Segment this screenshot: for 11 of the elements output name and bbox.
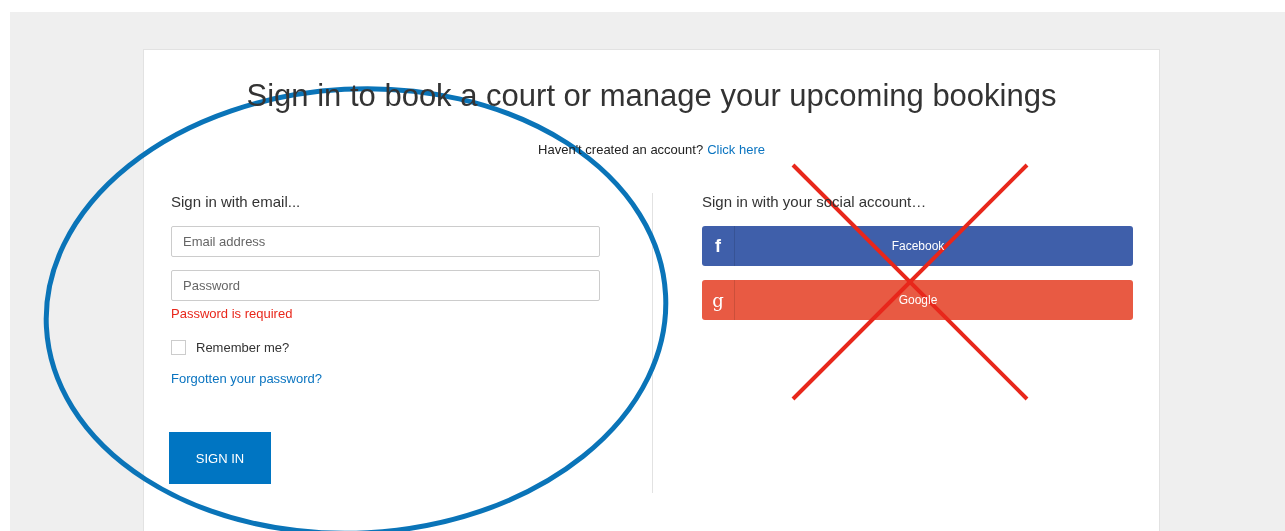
sign-in-button[interactable]: SIGN IN (169, 432, 271, 484)
register-link[interactable]: Click here (707, 142, 765, 157)
checkbox[interactable] (171, 340, 186, 355)
forgot-password-link[interactable]: Forgotten your password? (171, 371, 323, 386)
error-message: Password is required (171, 306, 293, 322)
text-field[interactable]: Email address (171, 226, 600, 257)
text-field[interactable]: Password (171, 270, 600, 301)
social-sign-in-button[interactable]: g Google (702, 280, 1133, 320)
social-sign-in-button[interactable]: f Facebook (702, 226, 1133, 266)
checkbox-label: Remember me? (196, 340, 290, 355)
section-heading: Sign in with email... (171, 193, 301, 210)
